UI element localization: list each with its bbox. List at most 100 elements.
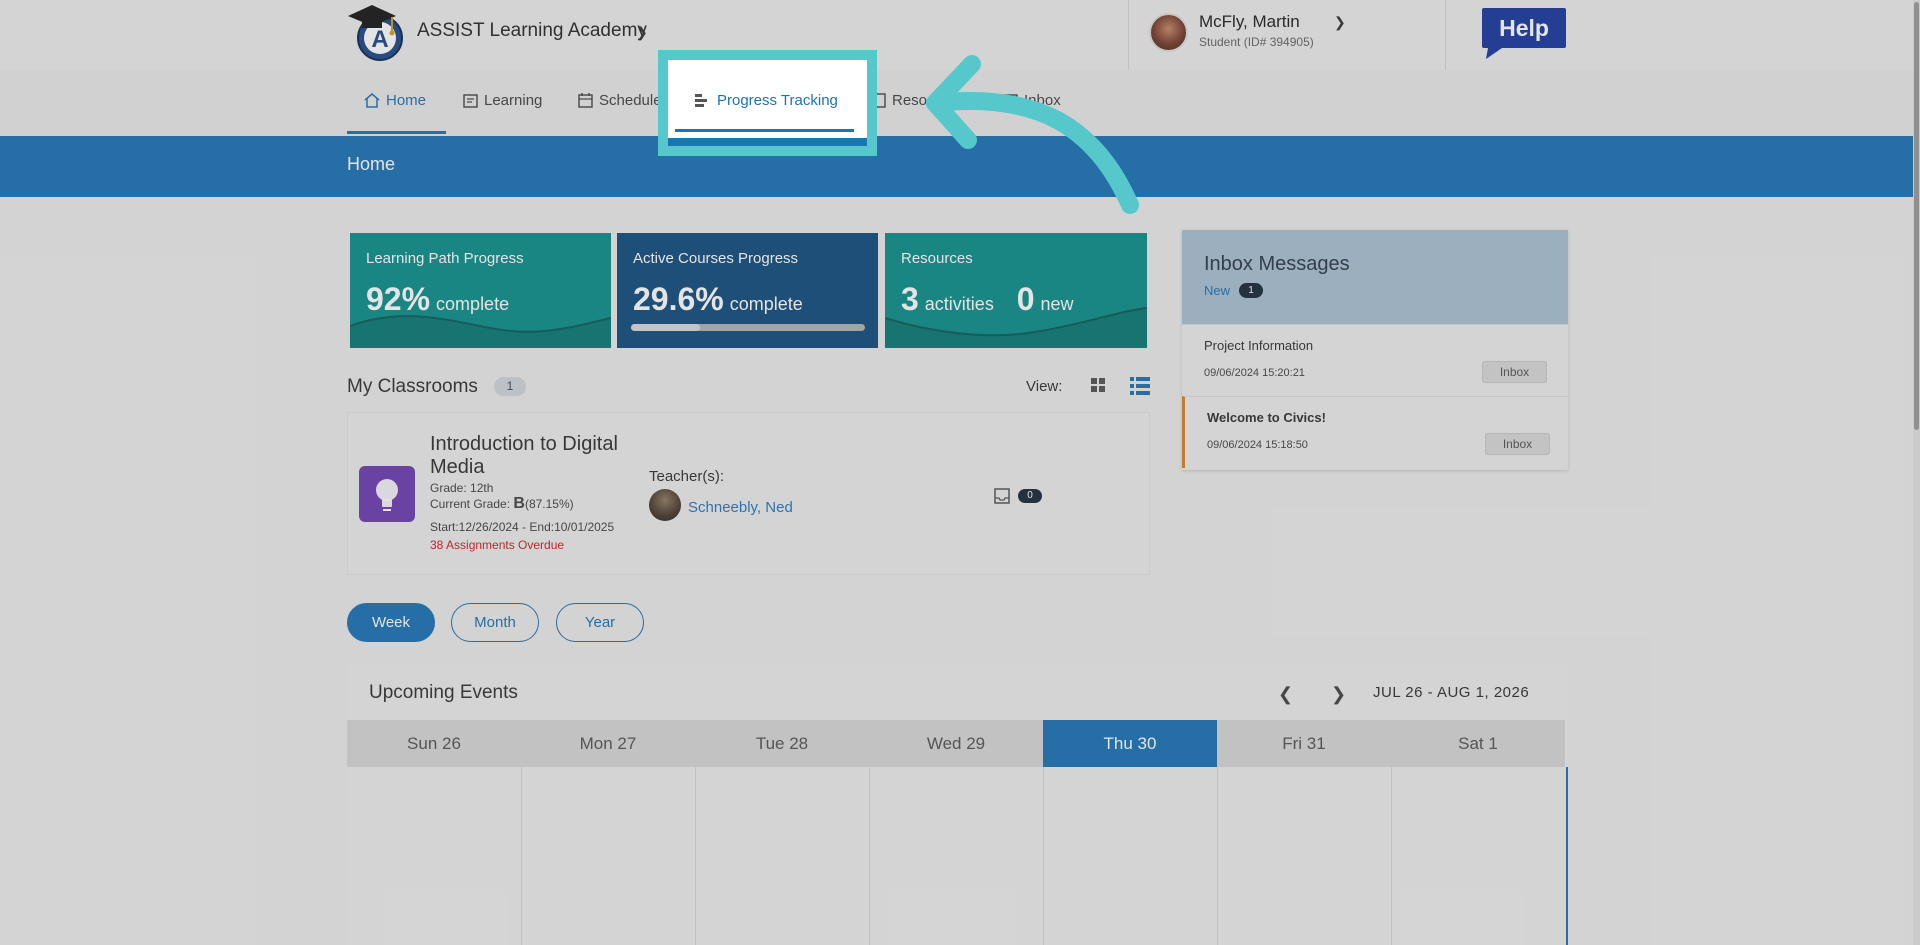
day-header: Thu 30 xyxy=(1043,720,1217,767)
nav-item-schedule[interactable]: Schedule xyxy=(578,92,662,109)
nav-item-home[interactable]: Home xyxy=(364,92,426,109)
card-value: 92% complete xyxy=(366,281,509,318)
inbox-message[interactable]: Project Information 09/06/2024 15:20:21 … xyxy=(1182,324,1568,396)
divider xyxy=(1128,0,1129,70)
app-header: A ASSIST Learning Academy ❯ McFly, Marti… xyxy=(0,0,1920,70)
main-nav: Home Learning Schedule Resources Inbox xyxy=(0,70,1920,136)
classroom-icon xyxy=(359,466,415,522)
home-icon xyxy=(364,93,380,108)
inbox-button[interactable]: Inbox xyxy=(1482,361,1547,383)
lightbulb-icon xyxy=(376,479,398,511)
avatar[interactable] xyxy=(1149,13,1188,52)
view-label: View: xyxy=(1026,378,1063,395)
day-header: Sun 26 xyxy=(347,720,521,767)
current-grade-label: Current Grade: xyxy=(430,497,511,511)
active-courses-card[interactable]: Active Courses Progress 29.6% complete xyxy=(617,233,878,348)
nav-item-progress-tracking[interactable]: Progress Tracking xyxy=(658,50,877,156)
chevron-down-icon[interactable]: ❯ xyxy=(636,24,648,41)
nav-item-label: Home xyxy=(386,92,427,109)
learning-path-card[interactable]: Learning Path Progress 92% complete xyxy=(350,233,611,348)
page-banner: Home xyxy=(0,136,1920,197)
day-header: Mon 27 xyxy=(521,720,695,767)
classrooms-count-badge: 1 xyxy=(494,377,526,396)
nav-item-label: Schedule xyxy=(599,92,662,109)
day-column-divider xyxy=(1043,767,1044,945)
tab-underline xyxy=(675,129,854,132)
card-value-unit: complete xyxy=(436,294,510,314)
nav-item-learning[interactable]: Learning xyxy=(463,92,542,109)
progress-fill xyxy=(631,324,701,331)
classroom-dates: Start:12/26/2024 - End:10/01/2025 xyxy=(430,520,615,534)
day-header: Fri 31 xyxy=(1217,720,1391,767)
help-label: Help xyxy=(1499,15,1549,41)
year-button[interactable]: Year xyxy=(556,603,644,642)
classroom-current-grade: Current Grade: B(87.15%) xyxy=(430,495,574,513)
message-title: Project Information xyxy=(1204,338,1314,353)
day-header: Wed 29 xyxy=(869,720,1043,767)
list-view-icon[interactable] xyxy=(1130,377,1150,395)
nav-item-label: Resources xyxy=(892,92,964,109)
overdue-link[interactable]: 38 Assignments Overdue xyxy=(430,538,564,552)
card-value: 29.6% complete xyxy=(633,281,803,318)
nav-item-inbox[interactable]: Inbox xyxy=(1003,92,1061,109)
day-column-divider xyxy=(1217,767,1218,945)
classroom-card[interactable]: Introduction to Digital Media Grade: 12t… xyxy=(347,412,1150,575)
week-button[interactable]: Week xyxy=(347,603,435,642)
card-value-number: 92% xyxy=(366,281,431,317)
inbox-title: Inbox Messages xyxy=(1204,253,1350,275)
day-header: Sat 1 xyxy=(1391,720,1565,767)
nav-item-label: Progress Tracking xyxy=(717,92,838,109)
resources-card[interactable]: Resources 3 activities 0 new xyxy=(885,233,1147,348)
card-title: Learning Path Progress xyxy=(366,250,524,267)
card-value-number: 29.6% xyxy=(633,281,724,317)
banner-strip xyxy=(668,138,867,146)
inbox-button[interactable]: Inbox xyxy=(1485,433,1550,455)
school-logo-icon[interactable]: A xyxy=(346,2,404,62)
inbox-message[interactable]: Welcome to Civics! 09/06/2024 15:18:50 I… xyxy=(1182,396,1568,468)
inbox-header: Inbox Messages New 1 xyxy=(1182,230,1568,324)
scrollbar-thumb[interactable] xyxy=(1914,2,1919,430)
classrooms-title: My Classrooms xyxy=(347,376,478,397)
active-tab-indicator xyxy=(347,131,446,134)
message-date: 09/06/2024 15:18:50 xyxy=(1207,439,1308,451)
classroom-inbox-count: 0 xyxy=(1018,489,1042,503)
progress-icon xyxy=(695,94,707,107)
card-title: Resources xyxy=(901,250,973,267)
message-title: Welcome to Civics! xyxy=(1207,410,1326,425)
nav-item-label: Learning xyxy=(484,92,543,109)
inbox-new-label[interactable]: New xyxy=(1204,283,1230,298)
classroom-name[interactable]: Introduction to Digital Media xyxy=(430,433,640,479)
message-date: 09/06/2024 15:20:21 xyxy=(1204,367,1305,379)
chevron-left-icon[interactable]: ❮ xyxy=(1278,684,1293,705)
classroom-grade: Grade: 12th xyxy=(430,481,494,495)
divider xyxy=(1445,0,1446,70)
card-title: Active Courses Progress xyxy=(633,250,799,267)
nav-item-resources[interactable]: Resources xyxy=(872,92,964,109)
scrollbar[interactable] xyxy=(1913,0,1920,945)
grid-view-icon[interactable] xyxy=(1091,378,1105,392)
inbox-panel: Inbox Messages New 1 Project Information… xyxy=(1182,230,1568,470)
current-grade-percent: (87.15%) xyxy=(524,497,574,511)
user-id: Student (ID# 394905) xyxy=(1199,35,1314,49)
page-title: Home xyxy=(347,154,396,174)
learning-icon xyxy=(463,93,478,108)
svg-text:A: A xyxy=(371,26,388,53)
current-grade-letter: B xyxy=(513,495,525,512)
month-button[interactable]: Month xyxy=(451,603,539,642)
activities-unit: activities xyxy=(924,294,994,314)
chevron-down-icon[interactable]: ❯ xyxy=(1334,14,1346,31)
nav-item-label: Inbox xyxy=(1024,92,1061,109)
user-name[interactable]: McFly, Martin xyxy=(1199,12,1300,32)
day-header: Tue 28 xyxy=(695,720,869,767)
inbox-tray-icon[interactable] xyxy=(994,488,1010,504)
day-column-divider xyxy=(1391,767,1392,945)
help-button[interactable]: Help xyxy=(1480,6,1568,60)
new-count: 0 xyxy=(1016,281,1035,317)
teacher-name-link[interactable]: Schneebly, Ned xyxy=(688,499,793,516)
school-name[interactable]: ASSIST Learning Academy xyxy=(417,20,647,42)
today-marker xyxy=(1566,767,1568,945)
chevron-right-icon[interactable]: ❯ xyxy=(1331,684,1346,705)
activities-count: 3 xyxy=(901,281,919,317)
card-value: 3 activities 0 new xyxy=(901,281,1074,318)
upcoming-events: Upcoming Events ❮ ❯ JUL 26 - AUG 1, 2026… xyxy=(347,664,1568,945)
